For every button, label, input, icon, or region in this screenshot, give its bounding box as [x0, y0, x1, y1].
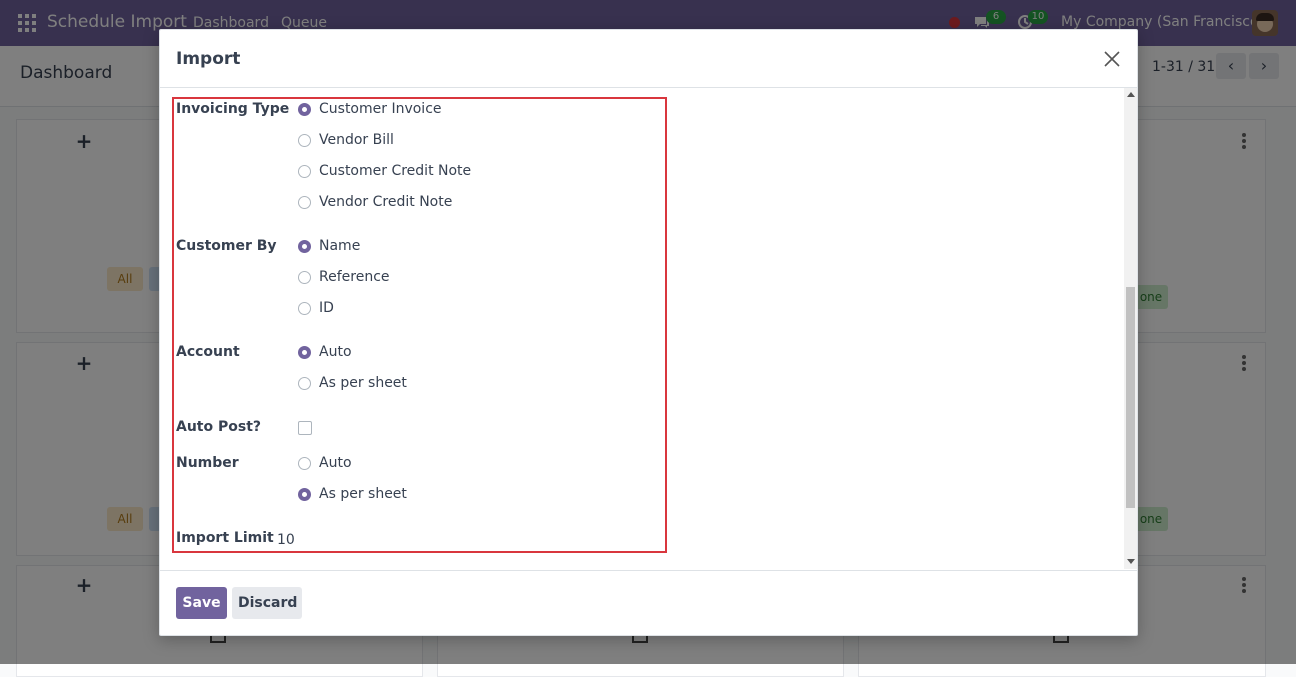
radio-account-auto[interactable]: [298, 346, 311, 359]
radio-customer-by-reference[interactable]: [298, 271, 311, 284]
option-label[interactable]: As per sheet: [319, 486, 407, 502]
scroll-up-icon[interactable]: [1127, 92, 1135, 97]
option-label[interactable]: Vendor Credit Note: [319, 194, 452, 210]
dialog-title: Import: [176, 49, 241, 69]
option-label[interactable]: Auto: [319, 455, 352, 471]
option-label[interactable]: As per sheet: [319, 375, 407, 391]
dialog-scrollbar[interactable]: [1124, 88, 1137, 569]
option-label[interactable]: Customer Invoice: [319, 101, 442, 117]
radio-account-as-per-sheet[interactable]: [298, 377, 311, 390]
radio-number-as-per-sheet[interactable]: [298, 488, 311, 501]
account-label: Account: [176, 344, 240, 360]
radio-vendor-bill[interactable]: [298, 134, 311, 147]
option-label[interactable]: Reference: [319, 269, 390, 285]
number-label: Number: [176, 455, 239, 471]
option-label[interactable]: ID: [319, 300, 334, 316]
scrollbar-thumb[interactable]: [1126, 287, 1135, 508]
dialog-header: Import: [160, 30, 1137, 88]
option-label[interactable]: Customer Credit Note: [319, 163, 471, 179]
close-icon[interactable]: [1102, 49, 1122, 69]
customer-by-label: Customer By: [176, 238, 277, 254]
option-label[interactable]: Auto: [319, 344, 352, 360]
auto-post-label: Auto Post?: [176, 419, 262, 435]
discard-button[interactable]: Discard: [232, 587, 302, 619]
scroll-down-icon[interactable]: [1127, 559, 1135, 564]
radio-customer-invoice[interactable]: [298, 103, 311, 116]
import-dialog: Import Invoicing Type Customer Invoice V…: [159, 29, 1138, 636]
radio-customer-by-name[interactable]: [298, 240, 311, 253]
option-label[interactable]: Name: [319, 238, 360, 254]
option-label[interactable]: Vendor Bill: [319, 132, 394, 148]
auto-post-checkbox[interactable]: [298, 421, 312, 435]
dialog-body: Invoicing Type Customer Invoice Vendor B…: [160, 88, 1137, 569]
radio-customer-by-id[interactable]: [298, 302, 311, 315]
save-button[interactable]: Save: [176, 587, 227, 619]
radio-number-auto[interactable]: [298, 457, 311, 470]
invoicing-type-label: Invoicing Type: [176, 101, 290, 117]
radio-customer-credit-note[interactable]: [298, 165, 311, 178]
import-limit-label: Import Limit: [176, 530, 274, 546]
import-limit-input[interactable]: 10: [277, 532, 295, 548]
dialog-footer: Save Discard: [160, 570, 1137, 636]
radio-vendor-credit-note[interactable]: [298, 196, 311, 209]
